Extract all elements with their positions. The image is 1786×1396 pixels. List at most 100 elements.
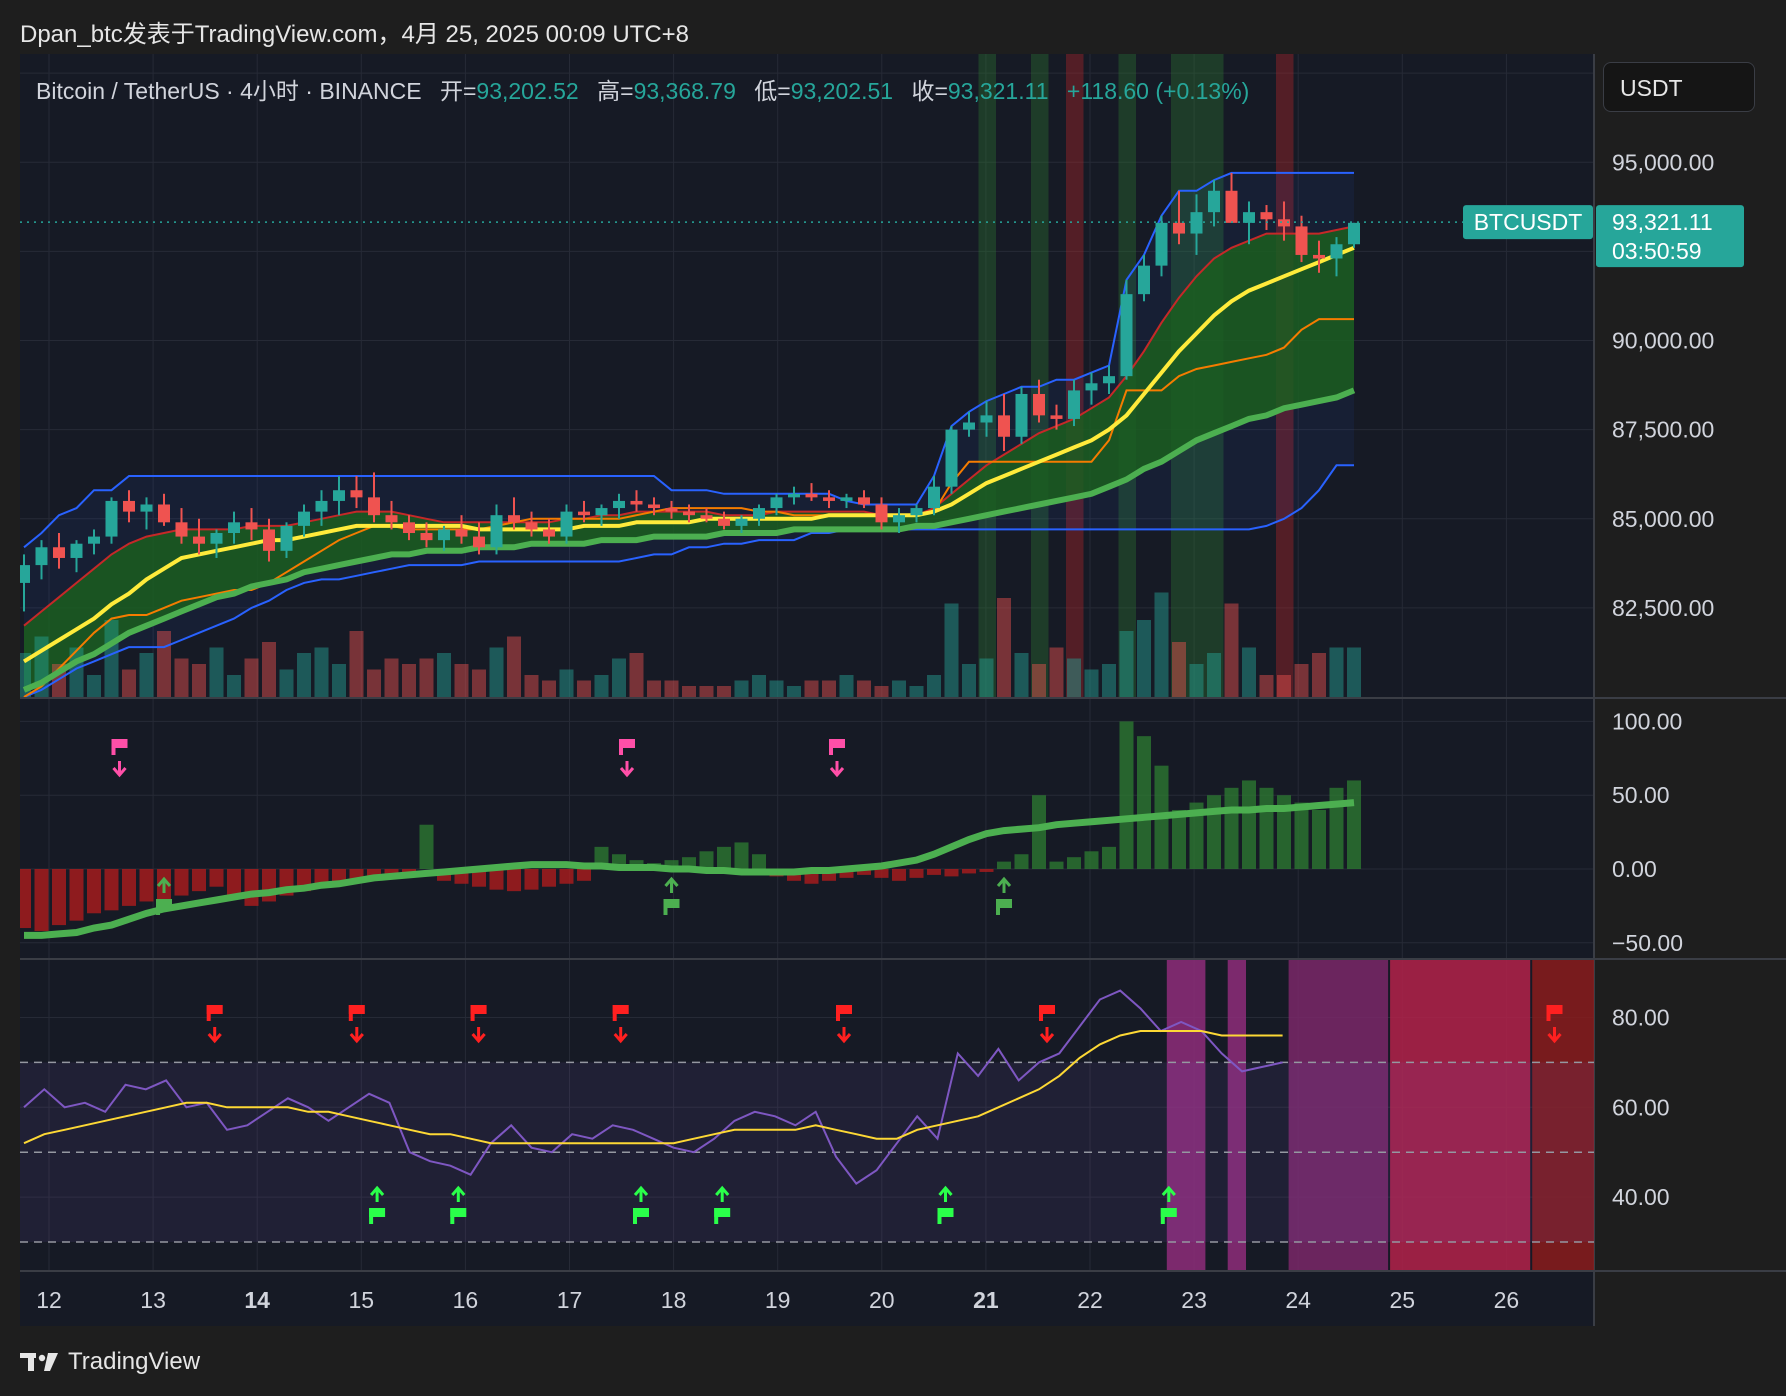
candle-body bbox=[928, 486, 940, 509]
currency-unit-button[interactable]: USDT bbox=[1603, 62, 1755, 112]
candle-body bbox=[1155, 222, 1168, 266]
high-value: 93,368.79 bbox=[633, 78, 736, 104]
oscillator-bar bbox=[122, 869, 136, 906]
rsi-tick-label: 60.00 bbox=[1612, 1094, 1670, 1120]
candle-body bbox=[1330, 244, 1343, 259]
oscillator-bar bbox=[1067, 857, 1081, 869]
candle-body bbox=[1278, 219, 1290, 227]
candle-body bbox=[875, 504, 888, 523]
oscillator-bar bbox=[1329, 787, 1344, 869]
candle-body bbox=[998, 415, 1010, 437]
date-tick-label: 21 bbox=[973, 1287, 999, 1313]
candle-body bbox=[88, 536, 100, 544]
candle-body bbox=[805, 493, 818, 498]
chart-canvas[interactable]: 100,000.0097,500.0095,000.0090,000.0087,… bbox=[0, 0, 1786, 1396]
footer-brand: TradingView bbox=[20, 1348, 200, 1376]
candle-body bbox=[105, 500, 118, 537]
volume-bar bbox=[314, 647, 329, 697]
candle-body bbox=[210, 533, 223, 544]
volume-bar bbox=[1067, 658, 1081, 697]
oscillator-bar bbox=[52, 869, 66, 926]
low-value: 93,202.51 bbox=[790, 78, 894, 104]
candle-body bbox=[245, 522, 258, 530]
last-price-label: 93,321.11 bbox=[1612, 209, 1713, 235]
flag-cloth bbox=[996, 899, 1012, 908]
flag-cloth bbox=[348, 1005, 365, 1014]
oscillator-bar bbox=[69, 869, 84, 921]
volume-bar bbox=[297, 653, 311, 697]
oscillator-bar bbox=[979, 869, 994, 872]
oscillator-bar bbox=[419, 824, 434, 869]
volume-bar bbox=[1102, 664, 1116, 697]
volume-bar bbox=[349, 631, 364, 697]
oscillator-bar bbox=[87, 869, 101, 914]
volume-bar bbox=[1014, 653, 1029, 697]
volume-bar bbox=[1119, 631, 1134, 697]
oscillator-bar bbox=[734, 842, 749, 869]
candle-body bbox=[1138, 265, 1150, 295]
candle-body bbox=[700, 515, 713, 519]
candle-body bbox=[193, 536, 205, 544]
symbol-legend: Bitcoin / TetherUS · 4小时 · BINANCE 开=93,… bbox=[36, 72, 1249, 106]
volume-bar bbox=[209, 647, 224, 697]
volume-bar bbox=[332, 664, 346, 697]
volume-bar bbox=[1277, 675, 1291, 697]
candle-body bbox=[945, 429, 958, 487]
volume-bar bbox=[647, 680, 661, 697]
candle-body bbox=[788, 493, 800, 498]
candle-body bbox=[490, 515, 503, 548]
volume-bar bbox=[962, 664, 976, 697]
oscillator-bar bbox=[892, 869, 906, 881]
candle-body bbox=[1348, 222, 1360, 245]
candle-body bbox=[525, 522, 538, 530]
candle-body bbox=[20, 565, 30, 583]
date-tick-label: 13 bbox=[140, 1287, 166, 1313]
flag-cloth bbox=[633, 1208, 649, 1217]
volume-bar bbox=[174, 658, 189, 697]
volume-bar bbox=[944, 603, 959, 697]
high-label: 高= bbox=[597, 78, 634, 104]
candle-body bbox=[823, 497, 835, 501]
volume-bar bbox=[857, 680, 871, 697]
oscillator-bar bbox=[1137, 736, 1151, 869]
oscillator-bar bbox=[1119, 721, 1134, 869]
candle-body bbox=[753, 508, 765, 519]
candle-body bbox=[298, 511, 310, 526]
candle-body bbox=[963, 422, 975, 430]
candle-body bbox=[858, 497, 870, 505]
oscillator-bar bbox=[34, 869, 49, 931]
flag-cloth bbox=[111, 739, 128, 748]
flag-cloth bbox=[1546, 1005, 1563, 1014]
date-tick-label: 12 bbox=[36, 1287, 62, 1313]
volume-bar bbox=[419, 658, 434, 697]
candle-body bbox=[315, 500, 328, 512]
volume-bar bbox=[1329, 647, 1344, 697]
oscillator-bar bbox=[209, 869, 224, 887]
volume-bar bbox=[1347, 647, 1361, 697]
candle-body bbox=[1015, 393, 1028, 437]
date-tick-label: 14 bbox=[244, 1287, 270, 1313]
date-tick-label: 20 bbox=[869, 1287, 895, 1313]
candle-body bbox=[1120, 294, 1133, 377]
oscillator-tick-label: −50.00 bbox=[1612, 930, 1683, 956]
close-label: 收= bbox=[911, 78, 948, 104]
oscillator-bar bbox=[1172, 809, 1186, 869]
volume-bar bbox=[262, 642, 276, 697]
candle-body bbox=[508, 515, 520, 523]
candle-body bbox=[70, 543, 83, 558]
date-tick-label: 19 bbox=[765, 1287, 791, 1313]
candle-body bbox=[543, 529, 555, 537]
volume-bar bbox=[664, 680, 679, 697]
volume-bar bbox=[822, 680, 836, 697]
close-value: 93,321.11 bbox=[947, 78, 1049, 104]
candle-body bbox=[1313, 254, 1325, 259]
candle-body bbox=[683, 511, 695, 516]
candle-body bbox=[1190, 212, 1203, 234]
oscillator-bar bbox=[909, 869, 924, 878]
volume-bar bbox=[402, 664, 416, 697]
oscillator-bar bbox=[944, 869, 959, 877]
oscillator-tick-label: 50.00 bbox=[1612, 782, 1670, 808]
oscillator-tick-label: 100.00 bbox=[1612, 708, 1682, 734]
oscillator-bar bbox=[1102, 846, 1116, 869]
candle-body bbox=[140, 504, 153, 512]
